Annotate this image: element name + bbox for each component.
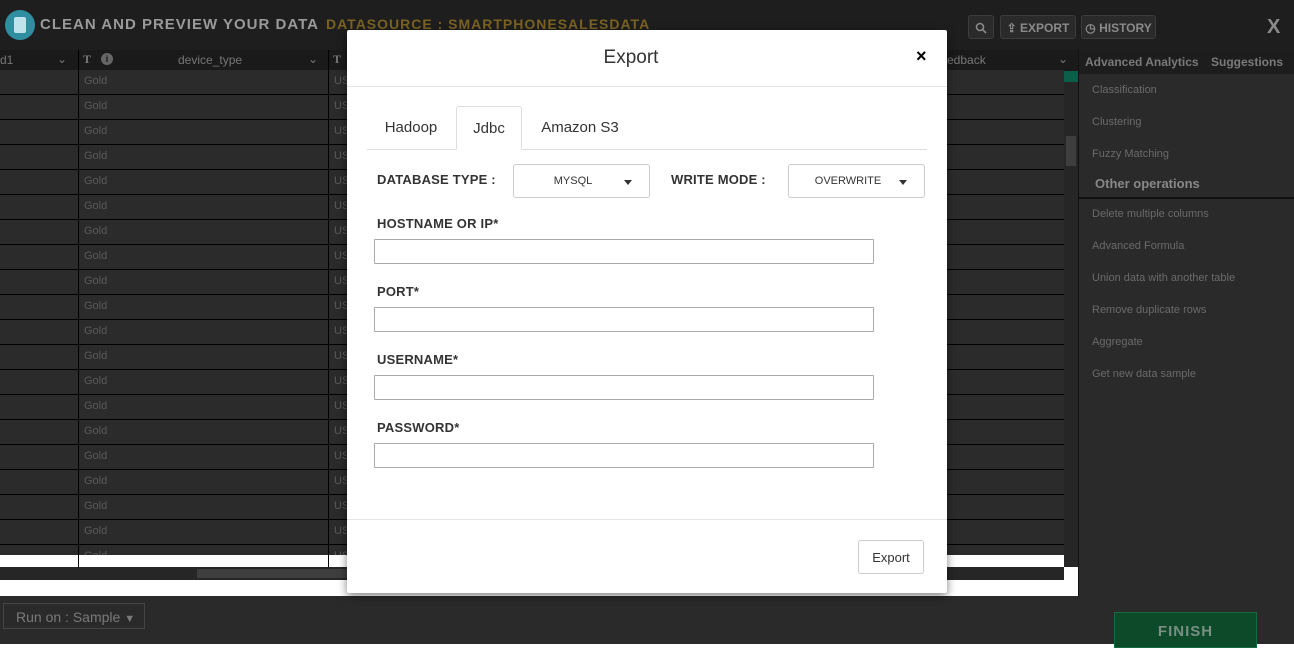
modal-header: Export × [347,30,947,87]
tab-jdbc[interactable]: Jdbc [456,106,522,150]
database-type-label: DATABASE TYPE : [377,172,496,187]
password-input[interactable] [374,443,874,468]
tab-amazon-s3[interactable]: Amazon S3 [524,106,636,149]
close-icon[interactable]: × [916,46,927,67]
caret-down-icon [899,180,907,185]
password-label: PASSWORD* [377,420,460,435]
write-mode-select[interactable]: OVERWRITE [788,164,925,198]
tab-hadoop[interactable]: Hadoop [367,106,455,149]
database-type-value: MYSQL [553,175,593,187]
port-label: PORT* [377,284,420,299]
modal-footer: Export [347,519,947,594]
hostname-label: HOSTNAME OR IP* [377,216,499,231]
hostname-input[interactable] [374,239,874,264]
export-target-tabs: Hadoop Jdbc Amazon S3 [367,106,927,150]
caret-down-icon [624,180,632,185]
export-button[interactable]: Export [858,540,924,574]
username-input[interactable] [374,375,874,400]
modal-title: Export [603,47,659,68]
write-mode-label: WRITE MODE : [671,172,766,187]
write-mode-value: OVERWRITE [814,175,882,187]
database-type-select[interactable]: MYSQL [513,164,650,198]
port-input[interactable] [374,307,874,332]
export-modal: Export × Hadoop Jdbc Amazon S3 DATABASE … [347,30,947,593]
username-label: USERNAME* [377,352,459,367]
